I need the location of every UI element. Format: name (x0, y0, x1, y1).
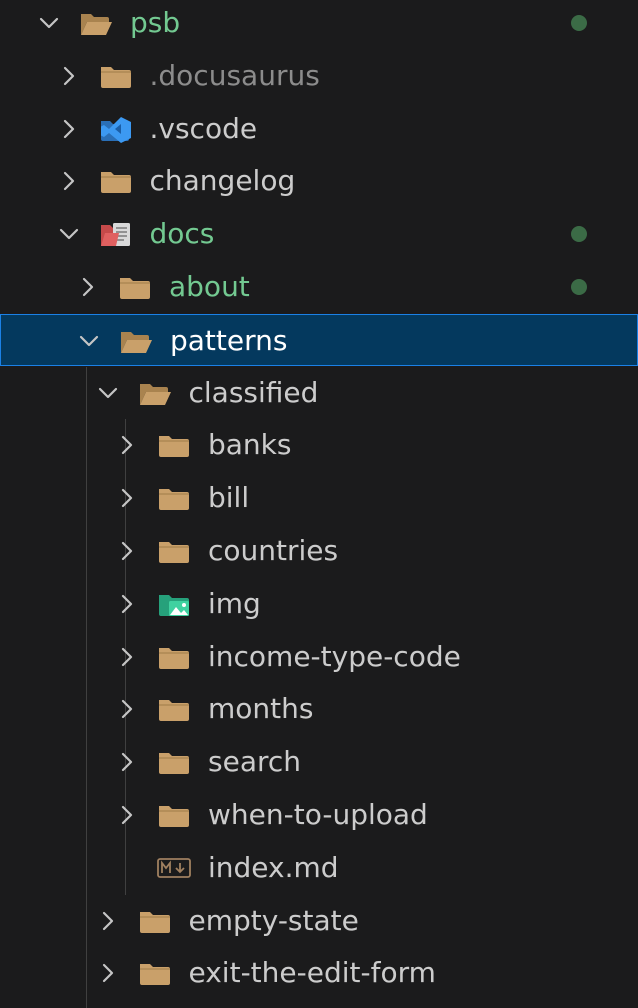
tree-item-label: patterns (170, 323, 288, 357)
folder-icon (138, 959, 172, 987)
tree-item-months[interactable]: months (0, 683, 638, 735)
vscode-folder-icon (99, 115, 133, 143)
tree-item-banks[interactable]: banks (0, 419, 638, 471)
folder-icon (157, 695, 191, 723)
folder-icon (157, 801, 191, 829)
tree-item-patterns[interactable]: patterns (0, 313, 638, 366)
git-modified-dot (571, 279, 587, 295)
tree-item-label: psb (130, 6, 181, 39)
tree-item-dot-vscode[interactable]: .vscode (0, 103, 638, 155)
tree-item-label: income-type-code (208, 639, 461, 673)
chevron-down-icon[interactable] (78, 330, 100, 352)
docs-folder-open-icon (99, 220, 133, 248)
git-modified-dot (571, 226, 587, 243)
tree-item-label: classified (188, 375, 319, 409)
tree-item-label: empty-state (188, 903, 359, 937)
chevron-down-icon[interactable] (97, 382, 119, 404)
tree-item-label: index.md (208, 850, 339, 884)
chevron-right-icon[interactable] (116, 698, 138, 720)
tree-item-changelog[interactable]: changelog (0, 155, 638, 207)
tree-item-label: when-to-upload (208, 798, 428, 831)
folder-open-icon (138, 379, 172, 407)
tree-item-label: img (208, 586, 261, 620)
chevron-right-icon[interactable] (116, 593, 138, 615)
chevron-right-icon[interactable] (58, 65, 80, 87)
tree-item-label: months (208, 692, 314, 726)
folder-icon (118, 273, 152, 301)
tree-item-label: banks (208, 428, 292, 462)
folder-icon (99, 167, 133, 195)
tree-item-classified[interactable]: classified (0, 367, 638, 419)
folder-icon (157, 643, 191, 671)
folder-open-icon (79, 9, 113, 37)
chevron-right-icon[interactable] (77, 276, 99, 298)
chevron-right-icon[interactable] (97, 910, 119, 932)
chevron-right-icon[interactable] (116, 646, 138, 668)
tree-item-index-md[interactable]: index.md (0, 842, 638, 894)
chevron-down-icon[interactable] (58, 223, 80, 245)
folder-icon (157, 748, 191, 776)
tree-item-countries[interactable]: countries (0, 525, 638, 577)
image-folder-icon (157, 590, 191, 618)
tree-item-empty-state[interactable]: empty-state (0, 895, 638, 947)
chevron-right-icon[interactable] (116, 751, 138, 773)
chevron-down-icon[interactable] (38, 12, 60, 34)
chevron-right-icon[interactable] (116, 434, 138, 456)
folder-icon (157, 484, 191, 512)
tree-item-psb[interactable]: psb (0, 0, 638, 49)
tree-item-label: countries (208, 534, 339, 567)
tree-item-label: .docusaurus (149, 58, 320, 92)
folder-open-icon (119, 327, 153, 355)
tree-item-label: .vscode (149, 111, 258, 145)
chevron-right-icon[interactable] (58, 170, 80, 192)
tree-item-docs[interactable]: docs (0, 208, 638, 260)
chevron-right-icon[interactable] (116, 487, 138, 509)
tree-item-bill[interactable]: bill (0, 472, 638, 524)
tree-item-label: changelog (149, 164, 296, 198)
tree-item-search[interactable]: search (0, 736, 638, 788)
tree-item-img[interactable]: img (0, 578, 638, 630)
chevron-right-icon[interactable] (58, 118, 80, 140)
tree-item-exit-the-edit-form[interactable]: exit-the-edit-form (0, 947, 638, 999)
folder-icon (99, 62, 133, 90)
tree-item-dot-docusaurus[interactable]: .docusaurus (0, 50, 638, 102)
tree-item-income-type-code[interactable]: income-type-code (0, 631, 638, 683)
folder-icon (138, 907, 172, 935)
tree-item-label: about (169, 270, 250, 303)
tree-item-label: bill (208, 481, 250, 515)
chevron-right-icon[interactable] (116, 540, 138, 562)
tree-item-when-to-upload[interactable]: when-to-upload (0, 789, 638, 841)
git-modified-dot (571, 15, 587, 31)
tree-item-about[interactable]: about (0, 261, 638, 313)
folder-icon (157, 537, 191, 565)
file-explorer-tree: psb .docusaurus .vscode changelog docs about p… (0, 0, 638, 1008)
chevron-right-icon[interactable] (97, 962, 119, 984)
tree-item-label: docs (149, 217, 215, 251)
tree-item-label: search (208, 745, 302, 779)
markdown-file-icon (157, 854, 191, 882)
tree-item-label: exit-the-edit-form (188, 956, 436, 990)
folder-icon (157, 431, 191, 459)
chevron-right-icon[interactable] (116, 804, 138, 826)
